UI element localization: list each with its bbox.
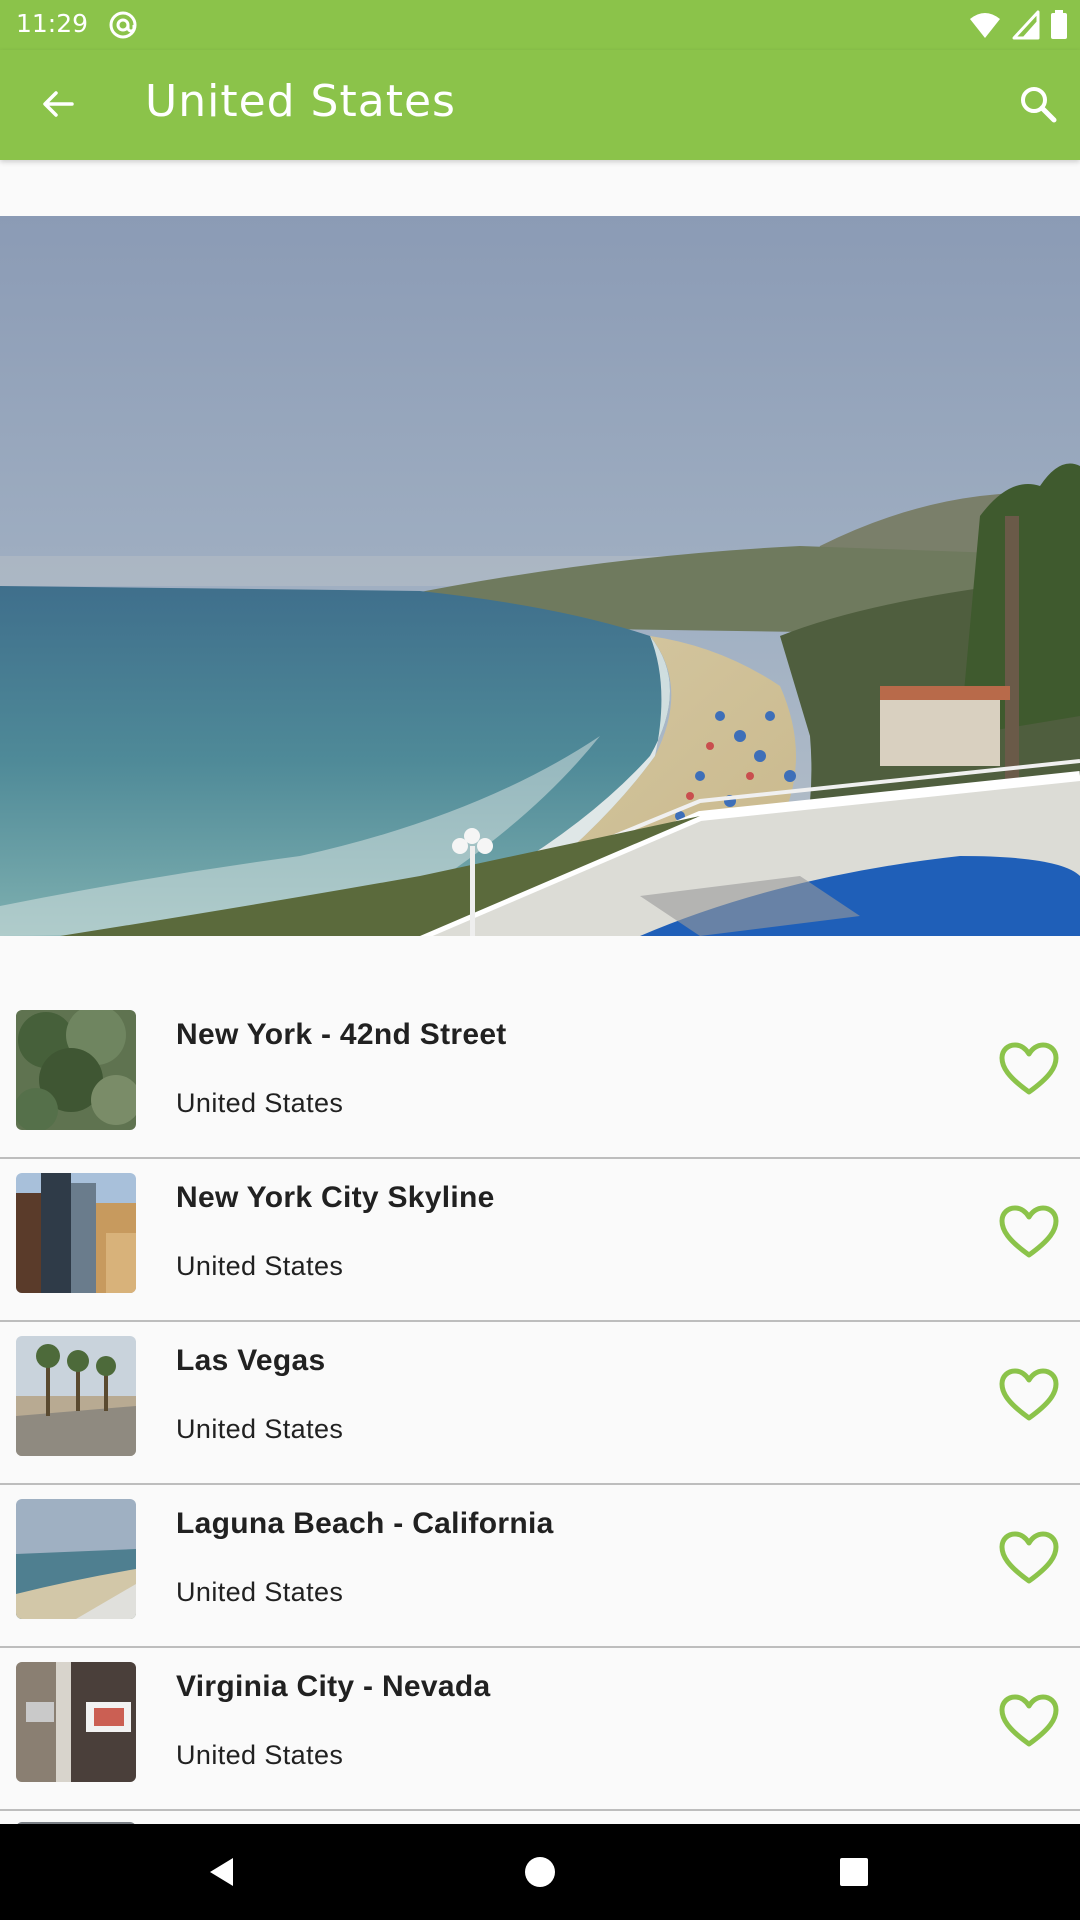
arrow-left-icon — [43, 91, 74, 117]
status-time: 11:29 — [16, 9, 89, 38]
webcam-thumbnail — [16, 1173, 136, 1293]
webcam-list: New York - 42nd Street United States New… — [0, 996, 1080, 1811]
webcam-thumbnail — [16, 1662, 136, 1782]
favorite-button[interactable] — [994, 1034, 1064, 1104]
list-item[interactable]: Laguna Beach - California United States — [0, 1485, 1080, 1648]
webcam-country: United States — [176, 1577, 344, 1607]
status-icons — [963, 10, 1068, 40]
webcam-country: United States — [176, 1740, 344, 1770]
heart-outline-icon — [999, 1205, 1059, 1258]
nav-back-button[interactable] — [192, 1842, 252, 1902]
back-triangle-icon — [210, 1858, 233, 1886]
webcam-thumbnail — [16, 1499, 136, 1619]
webcam-title: New York City Skyline — [176, 1181, 495, 1214]
webcam-title: New York - 42nd Street — [176, 1018, 507, 1051]
webcam-title: Laguna Beach - California — [176, 1507, 554, 1540]
page-title: United States — [145, 76, 456, 127]
app-bar: United States — [0, 50, 1080, 160]
webcam-title: Virginia City - Nevada — [176, 1670, 491, 1703]
home-circle-icon — [525, 1857, 555, 1887]
nav-home-button[interactable] — [510, 1842, 570, 1902]
webcam-thumbnail — [16, 1010, 136, 1130]
nav-recents-button[interactable] — [824, 1842, 884, 1902]
webcam-thumbnail — [16, 1336, 136, 1456]
favorite-button[interactable] — [994, 1523, 1064, 1593]
recents-square-icon — [840, 1858, 868, 1886]
heart-outline-icon — [999, 1531, 1059, 1584]
back-button[interactable] — [28, 74, 88, 134]
at-sign-icon — [108, 10, 138, 40]
list-item[interactable]: New York City Skyline United States — [0, 1159, 1080, 1322]
list-item[interactable]: Virginia City - Nevada United States — [0, 1648, 1080, 1811]
webcam-country: United States — [176, 1088, 344, 1118]
heart-outline-icon — [999, 1368, 1059, 1421]
favorite-button[interactable] — [994, 1686, 1064, 1756]
search-icon — [1021, 87, 1057, 123]
webcam-country: United States — [176, 1414, 344, 1444]
favorite-button[interactable] — [994, 1360, 1064, 1430]
heart-outline-icon — [999, 1694, 1059, 1747]
webcam-country: United States — [176, 1251, 344, 1281]
heart-outline-icon — [999, 1042, 1059, 1095]
list-item[interactable]: New York - 42nd Street United States — [0, 996, 1080, 1159]
list-item[interactable]: Las Vegas United States — [0, 1322, 1080, 1485]
status-bar: 11:29 — [0, 0, 1080, 50]
search-button[interactable] — [1008, 74, 1068, 134]
favorite-button[interactable] — [994, 1197, 1064, 1267]
wifi-icon — [970, 13, 1001, 38]
signal-icon — [1012, 10, 1040, 40]
battery-icon — [1051, 10, 1067, 39]
featured-webcam-image[interactable] — [0, 216, 1080, 936]
webcam-title: Las Vegas — [176, 1344, 326, 1377]
system-nav-bar — [0, 1824, 1080, 1920]
